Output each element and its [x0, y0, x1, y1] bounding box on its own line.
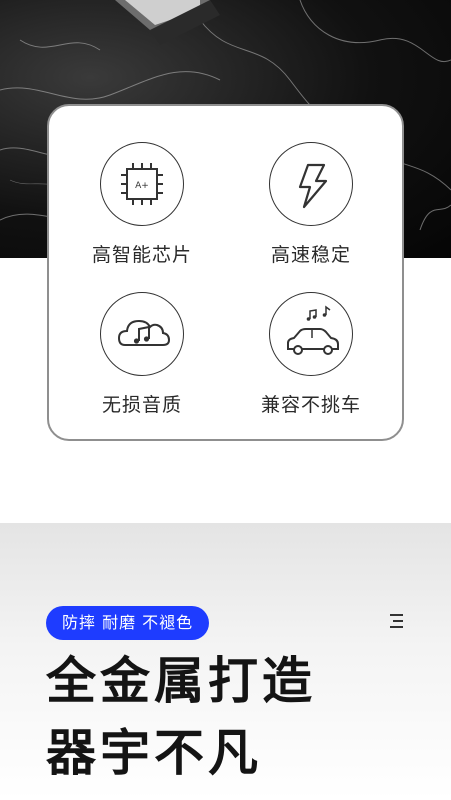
features-card: A+ 高智能芯片 高速稳定 无损音质 兼容不挑车 [47, 104, 404, 441]
bottom-section: 防摔 耐磨 不褪色 全金属打造 器宇不凡 [0, 523, 451, 800]
feature-label: 无损音质 [101, 394, 182, 416]
feature-smart-chip: A+ 高智能芯片 [57, 142, 227, 267]
feature-badge: 防摔 耐磨 不褪色 [46, 606, 210, 640]
feature-label: 高智能芯片 [91, 244, 192, 266]
chip-text: A+ [135, 181, 149, 191]
feature-label: 高速稳定 [270, 244, 351, 266]
feature-universal-car: 兼容不挑车 [226, 292, 396, 417]
headline-line-1: 全金属打造 [46, 652, 316, 710]
car-music-icon [269, 292, 353, 376]
chip-icon: A+ [100, 142, 184, 226]
headline-line-2: 器宇不凡 [46, 724, 262, 782]
feature-high-speed: 高速稳定 [226, 142, 396, 267]
metal-device-edge [115, 0, 220, 45]
cloud-music-icon [100, 292, 184, 376]
lightning-icon [269, 142, 353, 226]
feature-label: 兼容不挑车 [260, 394, 361, 416]
menu-icon[interactable] [389, 612, 405, 630]
feature-lossless-audio: 无损音质 [57, 292, 227, 417]
